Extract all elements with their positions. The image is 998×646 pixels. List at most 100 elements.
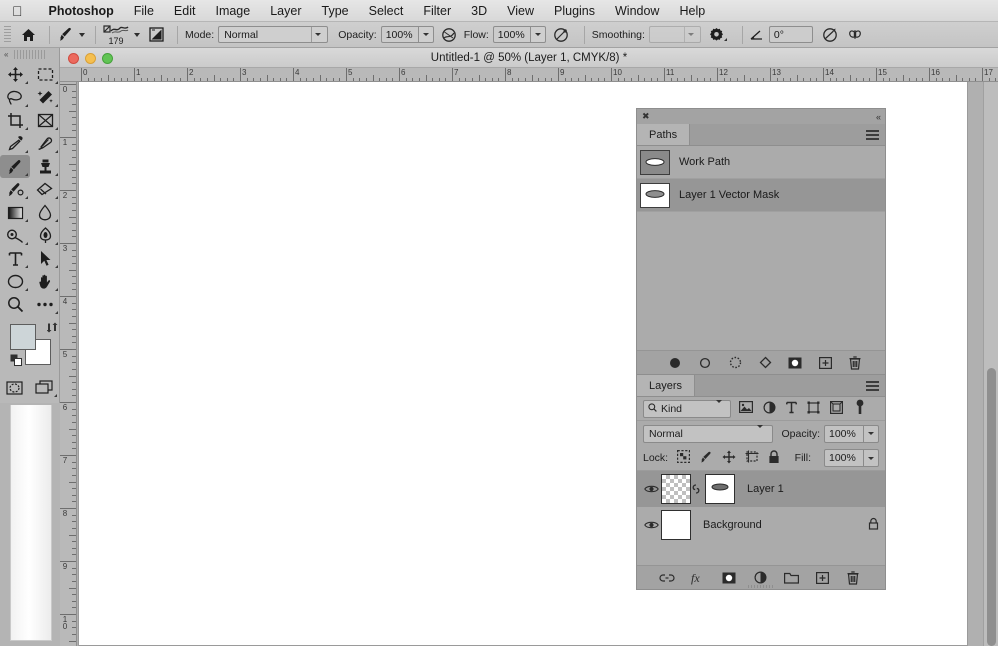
menu-item-filter[interactable]: Filter bbox=[413, 0, 461, 22]
blend-mode-select[interactable]: Normal bbox=[218, 26, 329, 43]
link-layers-button[interactable] bbox=[659, 570, 675, 586]
layer-blend-mode-select[interactable]: Normal bbox=[643, 424, 774, 443]
layer-name[interactable]: Layer 1 bbox=[747, 483, 879, 495]
airbrush-button[interactable] bbox=[546, 22, 577, 48]
filter-shape-layers-icon[interactable] bbox=[807, 401, 820, 417]
menu-item-photoshop[interactable]: Photoshop bbox=[39, 0, 124, 22]
palette-grip[interactable] bbox=[14, 50, 45, 59]
lock-transparent-pixels-icon[interactable] bbox=[677, 450, 691, 466]
layer-row-layer-1[interactable]: Layer 1 bbox=[637, 471, 885, 507]
vertical-ruler[interactable]: 012345678910 bbox=[60, 82, 77, 646]
flow-value[interactable]: 100% bbox=[492, 26, 531, 43]
quick-mask-button[interactable] bbox=[0, 376, 30, 399]
collapse-chevrons-icon[interactable]: « bbox=[4, 50, 8, 59]
menu-item-type[interactable]: Type bbox=[312, 0, 359, 22]
make-work-path-button[interactable] bbox=[757, 355, 773, 371]
close-icon[interactable]: ✖ bbox=[642, 112, 650, 121]
layer-style-button[interactable]: fx bbox=[690, 570, 706, 586]
lock-artboard-nesting-icon[interactable] bbox=[745, 450, 759, 466]
layer-fill-value[interactable]: 100% bbox=[824, 449, 864, 467]
tool-crop[interactable] bbox=[0, 109, 30, 132]
tab-layers[interactable]: Layers bbox=[637, 375, 696, 396]
smoothing-options-button[interactable] bbox=[701, 22, 735, 48]
menu-item-3d[interactable]: 3D bbox=[461, 0, 497, 22]
tool-horizontal-type[interactable] bbox=[0, 247, 30, 270]
layer-thumbnail[interactable] bbox=[661, 474, 691, 504]
zoom-button[interactable] bbox=[102, 53, 113, 64]
layer-fill-stepper[interactable] bbox=[864, 449, 879, 467]
panel-menu-icon[interactable] bbox=[866, 381, 879, 391]
layer-row-background[interactable]: Background bbox=[637, 507, 885, 543]
delete-path-button[interactable] bbox=[847, 355, 863, 371]
opacity-value[interactable]: 100% bbox=[380, 26, 419, 43]
tool-brush[interactable] bbox=[0, 155, 30, 178]
apple-logo-icon[interactable]:  bbox=[12, 4, 23, 18]
flow-stepper[interactable] bbox=[530, 26, 546, 43]
tool-dodge[interactable] bbox=[0, 224, 30, 247]
lock-image-pixels-icon[interactable] bbox=[699, 450, 713, 467]
horizontal-ruler[interactable]: 0 1 2 3 4 5 6 7 8 9 10 11 12 13 14 15 16 17 bbox=[60, 68, 998, 82]
brush-angle-control[interactable]: 0° bbox=[750, 22, 813, 48]
load-path-as-selection-button[interactable] bbox=[727, 355, 743, 371]
tool-move[interactable] bbox=[0, 63, 30, 86]
menu-item-file[interactable]: File bbox=[124, 0, 164, 22]
tool-history-brush[interactable] bbox=[0, 178, 30, 201]
current-tool-brush[interactable] bbox=[57, 22, 88, 48]
stroke-path-button[interactable] bbox=[697, 355, 713, 371]
lock-position-icon[interactable] bbox=[722, 450, 736, 467]
filter-smart-objects-icon[interactable] bbox=[830, 400, 844, 417]
tool-path-selection[interactable] bbox=[30, 247, 60, 270]
vertical-scrollbar[interactable] bbox=[983, 82, 998, 646]
tab-paths[interactable]: Paths bbox=[637, 124, 691, 145]
tool-spot-healing-brush[interactable] bbox=[30, 132, 60, 155]
pressure-controls-size-button[interactable] bbox=[813, 22, 847, 48]
default-colors-icon[interactable] bbox=[10, 354, 23, 370]
menu-item-edit[interactable]: Edit bbox=[164, 0, 206, 22]
new-path-button[interactable] bbox=[817, 355, 833, 371]
tool-eraser[interactable] bbox=[30, 178, 60, 201]
filter-type-layers-icon[interactable] bbox=[786, 401, 797, 417]
menu-item-image[interactable]: Image bbox=[205, 0, 260, 22]
path-row-work-path[interactable]: Work Path bbox=[637, 146, 885, 179]
filter-kind-select[interactable]: Kind bbox=[643, 399, 731, 418]
path-row-vector-mask[interactable]: Layer 1 Vector Mask bbox=[637, 179, 885, 212]
tool-ellipse[interactable] bbox=[0, 270, 30, 293]
close-button[interactable] bbox=[68, 53, 79, 64]
tool-clone-stamp[interactable] bbox=[30, 155, 60, 178]
tool-rectangular-marquee[interactable] bbox=[30, 63, 60, 86]
vertical-scrollbar-thumb[interactable] bbox=[987, 368, 996, 646]
opacity-control[interactable]: 100% bbox=[380, 26, 434, 43]
screen-mode-button[interactable] bbox=[30, 376, 60, 399]
filter-pixel-layers-icon[interactable] bbox=[739, 401, 754, 416]
layer-opacity-value[interactable]: 100% bbox=[824, 424, 864, 443]
smoothing-select[interactable] bbox=[648, 26, 701, 43]
brush-preset-caret[interactable] bbox=[134, 32, 140, 37]
home-button[interactable] bbox=[15, 22, 42, 48]
add-layer-mask-button[interactable] bbox=[721, 570, 737, 586]
new-group-button[interactable] bbox=[783, 570, 799, 586]
angle-value[interactable]: 0° bbox=[768, 26, 813, 43]
tool-blur[interactable] bbox=[30, 201, 60, 224]
menu-item-layer[interactable]: Layer bbox=[260, 0, 311, 22]
menu-item-select[interactable]: Select bbox=[359, 0, 414, 22]
layer-visibility-toggle[interactable] bbox=[641, 484, 661, 494]
layer-opacity-control[interactable]: 100% bbox=[824, 424, 879, 443]
fill-path-button[interactable] bbox=[667, 355, 683, 371]
toggle-switch-icon[interactable] bbox=[855, 399, 865, 418]
minimize-button[interactable] bbox=[85, 53, 96, 64]
tool-hand[interactable] bbox=[30, 270, 60, 293]
tool-frame[interactable] bbox=[30, 109, 60, 132]
tool-zoom[interactable] bbox=[0, 293, 30, 316]
link-icon[interactable] bbox=[691, 482, 701, 496]
layer-visibility-toggle[interactable] bbox=[641, 520, 661, 530]
menu-item-window[interactable]: Window bbox=[605, 0, 669, 22]
symmetry-button[interactable] bbox=[847, 22, 863, 48]
new-adjustment-layer-button[interactable] bbox=[752, 570, 768, 586]
delete-layer-button[interactable] bbox=[845, 570, 861, 586]
options-bar-grip[interactable] bbox=[4, 25, 11, 44]
opacity-stepper[interactable] bbox=[418, 26, 434, 43]
tool-lasso[interactable] bbox=[0, 86, 30, 109]
brush-preset-picker[interactable]: 179 bbox=[103, 22, 129, 48]
flow-control[interactable]: 100% bbox=[492, 26, 546, 43]
layer-vector-mask-thumbnail[interactable] bbox=[705, 474, 735, 504]
